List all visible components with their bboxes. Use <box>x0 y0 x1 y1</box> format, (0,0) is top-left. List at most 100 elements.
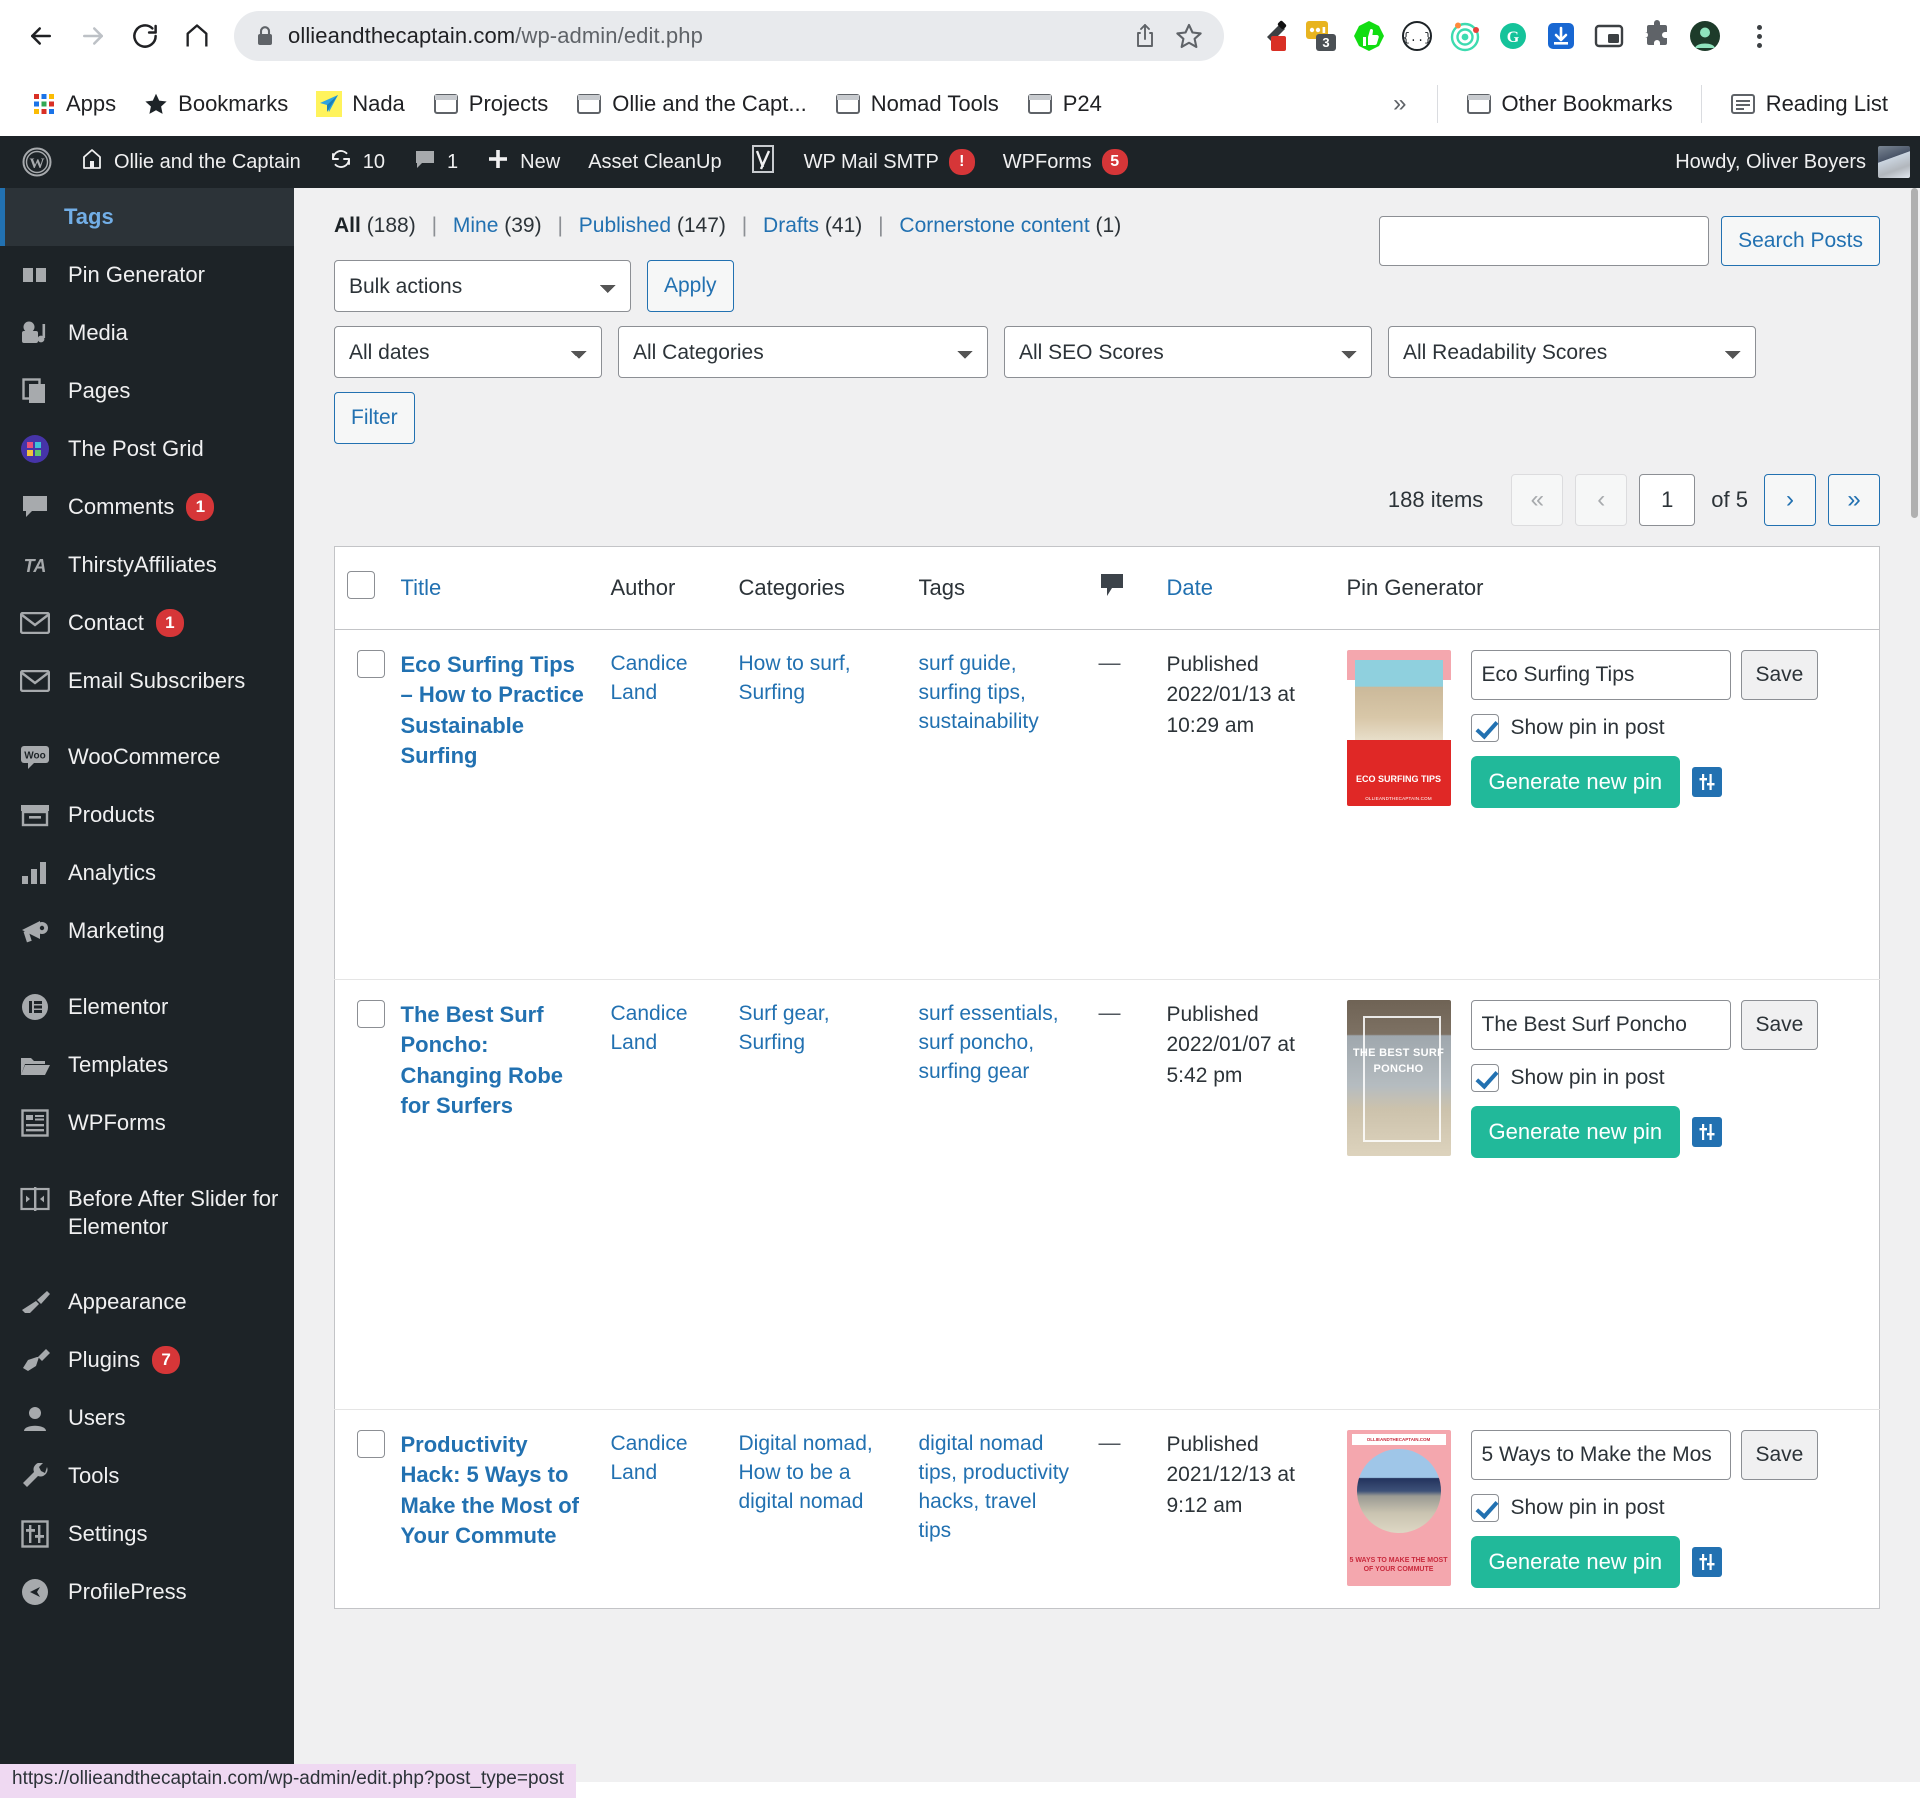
view-mine-link[interactable]: Mine <box>453 214 499 237</box>
eyedropper-extension-icon[interactable] <box>1256 19 1290 53</box>
author-link[interactable]: Candice Land <box>611 1002 688 1054</box>
reading-list-button[interactable]: Reading List <box>1718 85 1900 123</box>
browser-menu-button[interactable] <box>1744 16 1774 56</box>
show-pin-checkbox[interactable] <box>1470 1064 1499 1092</box>
show-pin-checkbox[interactable] <box>1470 714 1499 742</box>
sidebar-item-email-subscribers[interactable]: Email Subscribers <box>0 652 294 710</box>
share-icon[interactable] <box>1128 19 1162 53</box>
notes-extension-icon[interactable]: 3 <box>1304 19 1338 53</box>
categories-filter-select[interactable]: All Categories <box>618 326 988 378</box>
sidebar-item-tools[interactable]: Tools <box>0 1447 294 1505</box>
sidebar-item-templates[interactable]: Templates <box>0 1036 294 1094</box>
sidebar-item-wpforms[interactable]: WPForms <box>0 1094 294 1152</box>
pin-thumbnail[interactable]: OLLIEANDTHECAPTAIN.COM 5 WAYS TO MAKE TH… <box>1346 1430 1451 1586</box>
bookmark-nomad-tools[interactable]: Nomad Tools <box>823 85 1011 123</box>
sidebar-item-profilepress[interactable]: ProfilePress <box>0 1563 294 1621</box>
post-title-link[interactable]: Eco Surfing Tips – How to Practice Susta… <box>401 652 584 768</box>
row-checkbox[interactable] <box>357 650 385 678</box>
sidebar-item-plugins[interactable]: Plugins 7 <box>0 1331 294 1389</box>
sliders-icon[interactable] <box>1692 1547 1723 1577</box>
home-button[interactable] <box>174 13 220 59</box>
star-icon[interactable] <box>1172 19 1206 53</box>
save-button[interactable]: Save <box>1740 1000 1819 1050</box>
puzzle-extensions-icon[interactable] <box>1640 19 1674 53</box>
sidebar-item-comments[interactable]: Comments 1 <box>0 478 294 536</box>
post-title-link[interactable]: Productivity Hack: 5 Ways to Make the Mo… <box>401 1432 579 1548</box>
apply-button[interactable]: Apply <box>647 260 734 312</box>
adminbar-comments[interactable]: 1 <box>399 136 472 188</box>
adminbar-updates[interactable]: 10 <box>315 136 399 188</box>
bookmarks-overflow-button[interactable]: » <box>1379 86 1420 122</box>
post-title-link[interactable]: The Best Surf Poncho: Changing Robe for … <box>401 1002 564 1118</box>
sliders-icon[interactable] <box>1692 1117 1723 1147</box>
adminbar-new[interactable]: New <box>472 136 574 188</box>
profile-avatar-icon[interactable] <box>1688 19 1722 53</box>
sidebar-item-before-after-slider[interactable]: Before After Slider for Elementor <box>0 1170 294 1255</box>
tag-links[interactable]: surf guide, surfing tips, sustainability <box>919 652 1039 733</box>
picture-in-picture-extension-icon[interactable] <box>1592 19 1626 53</box>
grammarly-extension-icon[interactable]: G <box>1496 19 1530 53</box>
category-links[interactable]: How to surf, Surfing <box>739 652 851 704</box>
view-all-label[interactable]: All <box>334 214 361 237</box>
tag-links[interactable]: digital nomad tips, productivity hacks, … <box>919 1432 1070 1542</box>
last-page-button[interactable]: » <box>1828 474 1880 526</box>
author-link[interactable]: Candice Land <box>611 1432 688 1484</box>
sidebar-item-the-post-grid[interactable]: The Post Grid <box>0 420 294 478</box>
current-page-input[interactable]: 1 <box>1639 474 1696 526</box>
filter-button[interactable]: Filter <box>334 392 415 444</box>
generate-new-pin-button[interactable]: Generate new pin <box>1470 1536 1681 1588</box>
bookmark-bookmarks[interactable]: Bookmarks <box>132 85 300 123</box>
author-link[interactable]: Candice Land <box>611 652 688 704</box>
sidebar-item-thirstyaffiliates[interactable]: TA ThirstyAffiliates <box>0 536 294 594</box>
other-bookmarks-button[interactable]: Other Bookmarks <box>1454 85 1685 123</box>
show-pin-checkbox[interactable] <box>1470 1494 1499 1522</box>
adminbar-wp-mail-smtp[interactable]: WP Mail SMTP ! <box>790 136 989 188</box>
adminbar-yoast[interactable] <box>736 136 790 188</box>
generate-new-pin-button[interactable]: Generate new pin <box>1470 756 1681 808</box>
sliders-icon[interactable] <box>1692 767 1723 797</box>
pin-thumbnail[interactable]: ECO SURFING TIPS OLLIEANDTHECAPTAIN.COM <box>1346 650 1451 806</box>
first-page-button[interactable]: « <box>1511 474 1564 526</box>
row-checkbox[interactable] <box>357 1430 385 1458</box>
save-button[interactable]: Save <box>1740 650 1819 700</box>
sidebar-item-tags[interactable]: Tags <box>0 188 294 246</box>
readability-scores-filter-select[interactable]: All Readability Scores <box>1388 326 1756 378</box>
search-posts-button[interactable]: Search Posts <box>1721 216 1880 266</box>
view-cornerstone-link[interactable]: Cornerstone content <box>899 214 1089 237</box>
bulk-actions-select[interactable]: Bulk actions <box>334 260 631 312</box>
title-sort-link[interactable]: Title <box>401 575 442 600</box>
adminbar-asset-cleanup[interactable]: Asset CleanUp <box>574 136 735 188</box>
sidebar-item-media[interactable]: Media <box>0 304 294 362</box>
bookmark-apps[interactable]: Apps <box>20 85 128 123</box>
back-button[interactable] <box>18 13 64 59</box>
bookmark-p24[interactable]: P24 <box>1015 85 1114 123</box>
vertical-scrollbar[interactable] <box>1910 188 1920 1782</box>
prev-page-button[interactable]: ‹ <box>1575 474 1628 526</box>
save-button[interactable]: Save <box>1740 1430 1819 1480</box>
sidebar-item-settings[interactable]: Settings <box>0 1505 294 1563</box>
wordpress-logo-icon[interactable]: W <box>8 136 66 188</box>
category-links[interactable]: Surf gear, Surfing <box>739 1002 830 1054</box>
bookmark-projects[interactable]: Projects <box>421 85 560 123</box>
date-sort-link[interactable]: Date <box>1167 575 1213 600</box>
thumbs-up-extension-icon[interactable] <box>1352 19 1386 53</box>
tag-links[interactable]: surf essentials, surf poncho, surfing ge… <box>919 1002 1059 1083</box>
forward-button[interactable] <box>70 13 116 59</box>
view-drafts-link[interactable]: Drafts <box>763 214 819 237</box>
target-extension-icon[interactable] <box>1448 19 1482 53</box>
sidebar-item-products[interactable]: Products <box>0 786 294 844</box>
category-links[interactable]: Digital nomad, How to be a digital nomad <box>739 1432 873 1513</box>
sidebar-item-woocommerce[interactable]: Woo WooCommerce <box>0 728 294 786</box>
bookmark-ollie-and-the-captain[interactable]: Ollie and the Capt... <box>564 85 818 123</box>
adminbar-wpforms[interactable]: WPForms 5 <box>989 136 1142 188</box>
address-bar[interactable]: ollieandthecaptain.com/wp-admin/edit.php <box>234 11 1224 61</box>
sidebar-item-elementor[interactable]: Elementor <box>0 978 294 1036</box>
view-published-link[interactable]: Published <box>579 214 671 237</box>
sidebar-item-contact[interactable]: Contact 1 <box>0 594 294 652</box>
pin-title-input[interactable] <box>1470 650 1731 700</box>
reload-button[interactable] <box>122 13 168 59</box>
download-extension-icon[interactable] <box>1544 19 1578 53</box>
comment-bubble-icon[interactable] <box>1099 574 1125 603</box>
next-page-button[interactable]: › <box>1764 474 1816 526</box>
adminbar-account[interactable]: Howdy, Oliver Boyers <box>1675 146 1920 178</box>
